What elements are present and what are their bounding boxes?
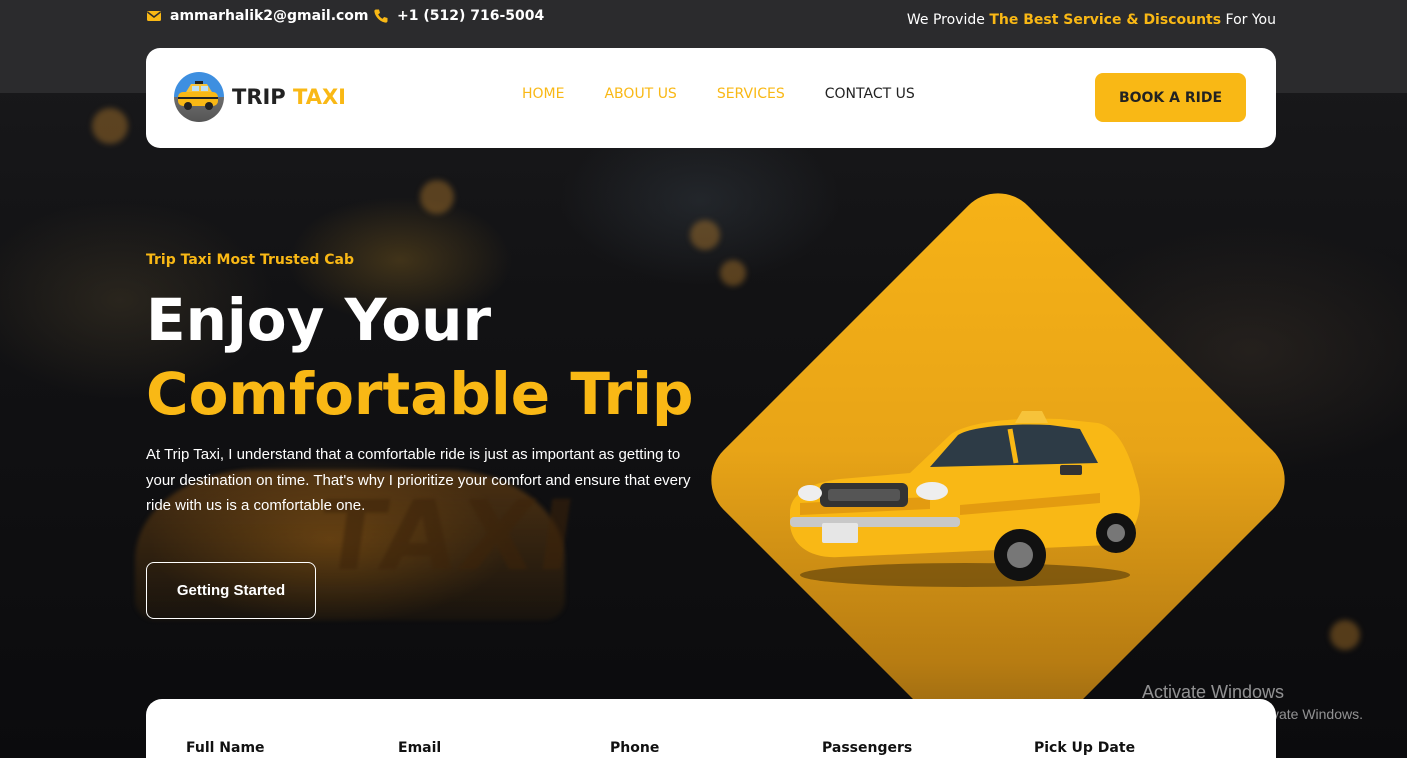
hero-title-line2: Comfortable Trip	[146, 360, 694, 428]
pick-up-date-label: Pick Up Date	[1034, 740, 1136, 756]
activate-windows-subtitle: Go to Settings to activate Windows.	[1142, 706, 1363, 722]
getting-started-button[interactable]: Getting Started	[146, 562, 316, 619]
hero-description: At Trip Taxi, I understand that a comfor…	[146, 446, 691, 514]
phone-contact[interactable]: +1 (512) 716-5004	[373, 8, 544, 24]
logo-word-trip: TRIP	[232, 85, 286, 109]
nav-services[interactable]: SERVICES	[717, 86, 785, 102]
nav-home[interactable]: HOME	[522, 86, 564, 102]
taxi-logo-icon	[174, 72, 224, 122]
bokeh-light	[92, 108, 128, 144]
logo-word-taxi: TAXI	[293, 85, 346, 109]
phone-icon	[373, 8, 389, 24]
phone-text[interactable]: +1 (512) 716-5004	[397, 8, 544, 24]
taxi-car-image	[790, 411, 1140, 587]
promo-text: We Provide The Best Service & Discounts …	[907, 12, 1276, 28]
promo-prefix: We Provide	[906, 12, 985, 28]
nav-about-us[interactable]: ABOUT US	[604, 86, 676, 102]
bokeh-light	[420, 180, 454, 214]
book-a-ride-button[interactable]: BOOK A RIDE	[1095, 73, 1246, 122]
nav-links: HOME ABOUT US SERVICES CONTACT US	[522, 86, 915, 102]
promo-suffix: For You	[1225, 12, 1276, 28]
hero-title-line1: Enjoy Your	[146, 286, 492, 354]
envelope-icon	[146, 8, 162, 24]
logo-text: TRIP TAXI	[232, 85, 346, 109]
email-label: Email	[398, 740, 442, 756]
logo[interactable]: TRIP TAXI	[174, 72, 346, 122]
promo-highlight: The Best Service & Discounts	[989, 12, 1222, 28]
full-name-label: Full Name	[186, 740, 265, 756]
navbar: TRIP TAXI HOME ABOUT US SERVICES CONTACT…	[146, 48, 1276, 148]
hero-eyebrow: Trip Taxi Most Trusted Cab	[146, 252, 354, 268]
bokeh-light	[720, 260, 746, 286]
email-contact[interactable]: ammarhalik2@gmail.com	[146, 8, 369, 24]
bokeh-light	[1330, 620, 1360, 650]
passengers-label: Passengers	[822, 740, 913, 756]
bokeh-light	[690, 220, 720, 250]
booking-form: Full Name Email Phone Passengers Pick Up…	[146, 699, 1276, 758]
phone-label: Phone	[610, 740, 660, 756]
email-text[interactable]: ammarhalik2@gmail.com	[170, 8, 369, 24]
activate-windows-title: Activate Windows	[1142, 682, 1285, 702]
nav-contact-us[interactable]: CONTACT US	[825, 86, 915, 102]
